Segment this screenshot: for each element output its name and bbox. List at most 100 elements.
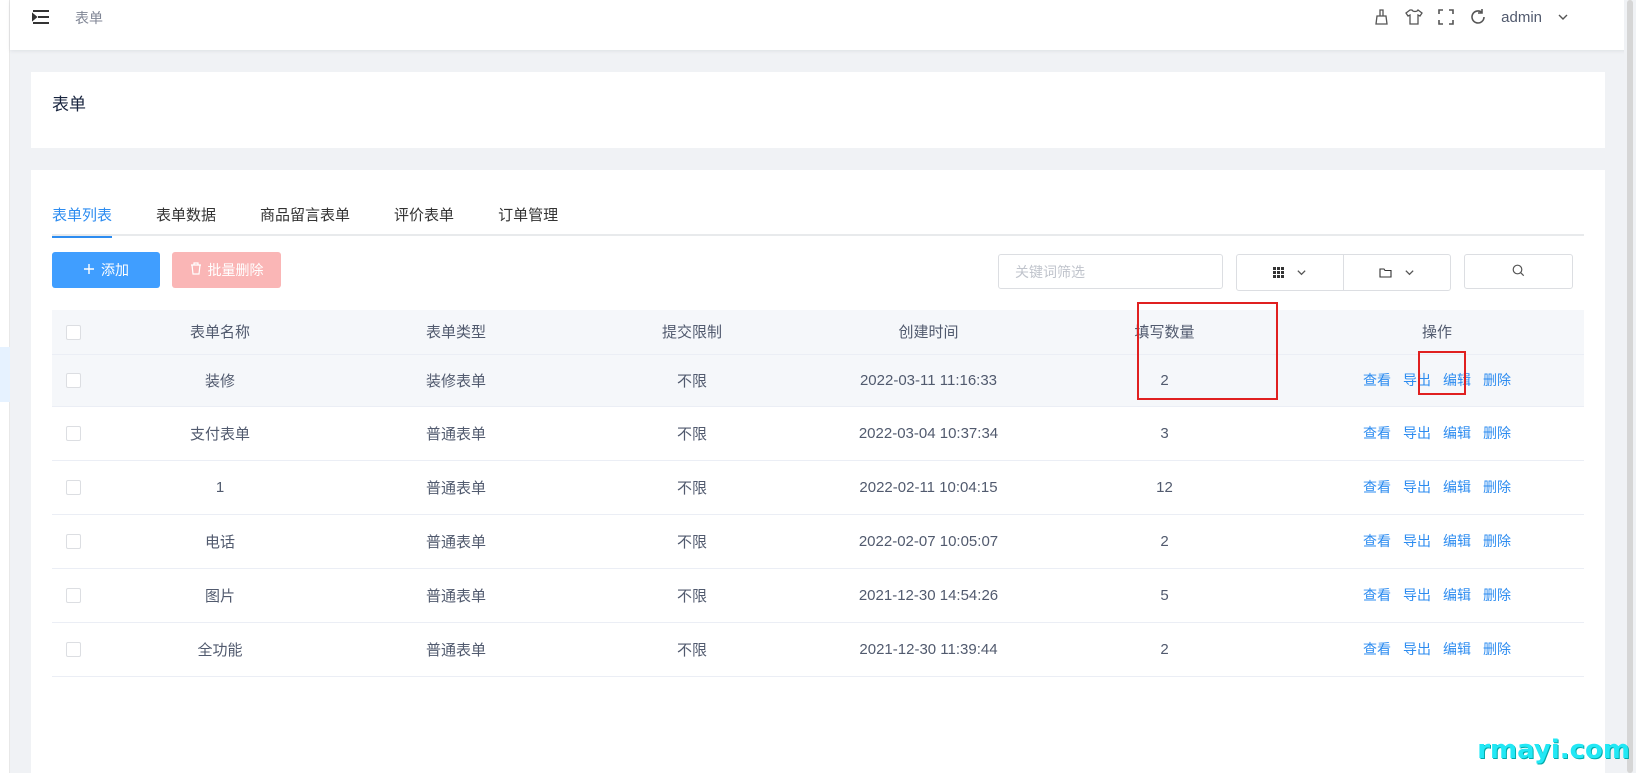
row-select-cell bbox=[52, 568, 94, 623]
theme-icon[interactable] bbox=[1403, 6, 1425, 28]
column-header: 填写数量 bbox=[1039, 310, 1290, 355]
export-link[interactable]: 导出 bbox=[1403, 372, 1431, 388]
fill-count-cell: 2 bbox=[1039, 514, 1290, 569]
row-select-cell bbox=[52, 460, 94, 515]
watermark: rmayi.com bbox=[1477, 735, 1630, 765]
add-button[interactable]: 添加 bbox=[52, 252, 160, 288]
actions-cell: 查看 导出 编辑 删除 bbox=[1290, 354, 1584, 407]
column-header: 提交限制 bbox=[566, 310, 818, 355]
submit-limit-cell: 不限 bbox=[566, 514, 818, 569]
delete-link[interactable]: 删除 bbox=[1483, 425, 1511, 441]
table-row: 全功能 普通表单 不限 2021-12-30 11:39:44 2 查看 导出 编辑 删除 bbox=[52, 622, 1584, 677]
row-select-cell bbox=[52, 354, 94, 407]
export-link[interactable]: 导出 bbox=[1403, 641, 1431, 657]
edit-link[interactable]: 编辑 bbox=[1443, 425, 1471, 441]
select-all-checkbox[interactable] bbox=[65, 324, 81, 340]
delete-link[interactable]: 删除 bbox=[1483, 587, 1511, 603]
submit-limit-cell: 不限 bbox=[566, 460, 818, 515]
row-checkbox[interactable] bbox=[65, 642, 81, 658]
tab-form-data[interactable]: 表单数据 bbox=[156, 196, 216, 236]
folder-icon bbox=[1379, 265, 1392, 281]
tab-order-management[interactable]: 订单管理 bbox=[498, 196, 558, 236]
tab-form-list[interactable]: 表单列表 bbox=[52, 196, 113, 238]
plus-icon bbox=[83, 262, 95, 278]
created-time-cell: 2022-03-11 11:16:33 bbox=[818, 354, 1039, 407]
chevron-down-icon[interactable] bbox=[1552, 6, 1574, 28]
edit-link[interactable]: 编辑 bbox=[1443, 533, 1471, 549]
edit-link[interactable]: 编辑 bbox=[1443, 641, 1471, 657]
refresh-icon[interactable] bbox=[1467, 6, 1489, 28]
edit-link[interactable]: 编辑 bbox=[1443, 372, 1471, 388]
form-name-cell: 图片 bbox=[94, 568, 346, 623]
submit-limit-cell: 不限 bbox=[566, 568, 818, 623]
batch-delete-button[interactable]: 批量删除 bbox=[172, 252, 281, 288]
row-checkbox[interactable] bbox=[65, 480, 81, 496]
view-link[interactable]: 查看 bbox=[1363, 641, 1391, 657]
grid-icon bbox=[1273, 265, 1284, 281]
form-type-cell: 普通表单 bbox=[346, 460, 566, 515]
submit-limit-cell: 不限 bbox=[566, 622, 818, 677]
search-button[interactable] bbox=[1464, 254, 1573, 289]
keyword-filter-input[interactable] bbox=[998, 254, 1223, 289]
delete-link[interactable]: 删除 bbox=[1483, 479, 1511, 495]
chevron-down-icon bbox=[1296, 265, 1307, 281]
form-name-cell: 全功能 bbox=[94, 622, 346, 677]
chevron-down-icon bbox=[1404, 265, 1415, 281]
actions-cell: 查看 导出 编辑 删除 bbox=[1290, 406, 1584, 461]
form-type-cell: 普通表单 bbox=[346, 568, 566, 623]
form-type-cell: 装修表单 bbox=[346, 354, 566, 407]
clean-icon[interactable] bbox=[1371, 6, 1393, 28]
export-link[interactable]: 导出 bbox=[1403, 587, 1431, 603]
folder-select[interactable] bbox=[1343, 254, 1451, 291]
row-checkbox[interactable] bbox=[65, 373, 81, 389]
add-button-label: 添加 bbox=[101, 262, 129, 278]
form-type-cell: 普通表单 bbox=[346, 514, 566, 569]
table-row: 1 普通表单 不限 2022-02-11 10:04:15 12 查看 导出 编辑 删除 bbox=[52, 460, 1584, 515]
view-mode-select[interactable] bbox=[1236, 254, 1344, 291]
form-name-cell: 1 bbox=[94, 460, 346, 515]
created-time-cell: 2022-03-04 10:37:34 bbox=[818, 406, 1039, 461]
fullscreen-icon[interactable] bbox=[1435, 6, 1457, 28]
form-name-cell: 装修 bbox=[94, 354, 346, 407]
column-header: 创建时间 bbox=[818, 310, 1039, 355]
main-card: 表单列表 表单数据 商品留言表单 评价表单 订单管理 添加 批量删除 关键词筛选… bbox=[31, 170, 1605, 773]
menu-toggle-icon[interactable] bbox=[32, 8, 50, 26]
table-header-row: 表单名称 表单类型 提交限制 创建时间 填写数量 操作 bbox=[52, 310, 1584, 355]
scrollbar[interactable] bbox=[1624, 0, 1636, 773]
export-link[interactable]: 导出 bbox=[1403, 479, 1431, 495]
created-time-cell: 2022-02-07 10:05:07 bbox=[818, 514, 1039, 569]
batch-delete-label: 批量删除 bbox=[207, 262, 264, 278]
scrollbar-thumb[interactable] bbox=[1627, 0, 1633, 773]
delete-link[interactable]: 删除 bbox=[1483, 533, 1511, 549]
export-link[interactable]: 导出 bbox=[1403, 425, 1431, 441]
fill-count-cell: 2 bbox=[1039, 622, 1290, 677]
row-checkbox[interactable] bbox=[65, 426, 81, 442]
view-link[interactable]: 查看 bbox=[1363, 372, 1391, 388]
export-link[interactable]: 导出 bbox=[1403, 533, 1431, 549]
submit-limit-cell: 不限 bbox=[566, 354, 818, 407]
row-checkbox[interactable] bbox=[65, 588, 81, 604]
top-bar: 表单 admin bbox=[10, 0, 1636, 50]
fill-count-cell: 2 bbox=[1039, 354, 1290, 407]
edit-link[interactable]: 编辑 bbox=[1443, 587, 1471, 603]
delete-link[interactable]: 删除 bbox=[1483, 372, 1511, 388]
active-marker bbox=[0, 347, 10, 402]
form-name-cell: 支付表单 bbox=[94, 406, 346, 461]
fill-count-cell: 5 bbox=[1039, 568, 1290, 623]
tab-product-message-form[interactable]: 商品留言表单 bbox=[260, 196, 350, 236]
row-checkbox[interactable] bbox=[65, 534, 81, 550]
form-type-cell: 普通表单 bbox=[346, 622, 566, 677]
column-header: 表单名称 bbox=[94, 310, 346, 355]
tab-review-form[interactable]: 评价表单 bbox=[394, 196, 454, 236]
search-icon bbox=[1512, 264, 1525, 280]
view-link[interactable]: 查看 bbox=[1363, 479, 1391, 495]
view-link[interactable]: 查看 bbox=[1363, 587, 1391, 603]
edit-link[interactable]: 编辑 bbox=[1443, 479, 1471, 495]
view-link[interactable]: 查看 bbox=[1363, 533, 1391, 549]
select-all-cell bbox=[52, 310, 94, 355]
created-time-cell: 2021-12-30 14:54:26 bbox=[818, 568, 1039, 623]
delete-link[interactable]: 删除 bbox=[1483, 641, 1511, 657]
view-link[interactable]: 查看 bbox=[1363, 425, 1391, 441]
table-row: 支付表单 普通表单 不限 2022-03-04 10:37:34 3 查看 导出 编辑 删除 bbox=[52, 406, 1584, 461]
user-menu[interactable]: admin bbox=[1501, 9, 1542, 26]
